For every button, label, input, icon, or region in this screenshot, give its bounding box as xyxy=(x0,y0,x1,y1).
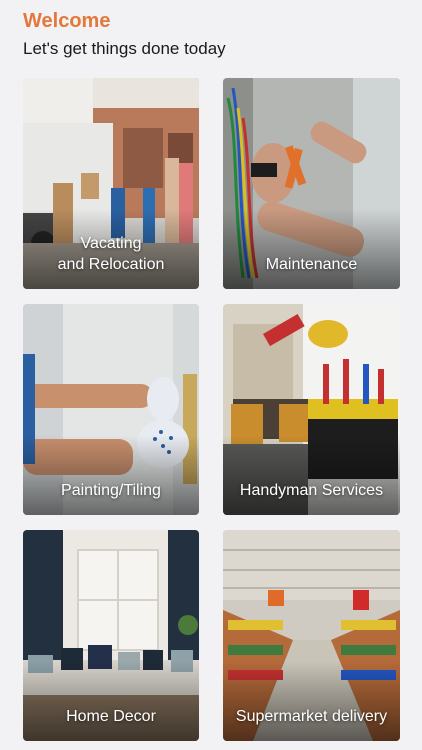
service-card-vacating-relocation[interactable]: Vacating and Relocation xyxy=(23,78,199,289)
service-card-maintenance[interactable]: Maintenance xyxy=(223,78,400,289)
welcome-subtitle: Let's get things done today xyxy=(23,39,226,58)
service-card-painting-tiling[interactable]: Painting/Tiling xyxy=(23,304,199,515)
service-label-supermarket-delivery: Supermarket delivery xyxy=(235,708,388,725)
service-card-supermarket-delivery[interactable]: Supermarket delivery xyxy=(223,530,400,741)
welcome-title: Welcome xyxy=(23,10,111,32)
service-label-painting-tiling: Painting/Tiling xyxy=(61,482,161,499)
service-label-home-decor: Home Decor xyxy=(66,708,156,725)
service-card-home-decor[interactable]: Home Decor xyxy=(23,530,199,741)
services-grid: Vacating and Relocation Maintenance Pain… xyxy=(23,78,400,741)
service-label-handyman: Handyman Services xyxy=(239,482,384,499)
service-label-maintenance: Maintenance xyxy=(265,256,358,273)
service-card-handyman[interactable]: Handyman Services xyxy=(223,304,400,515)
service-label-vacating-relocation: Vacating and Relocation xyxy=(57,235,165,273)
